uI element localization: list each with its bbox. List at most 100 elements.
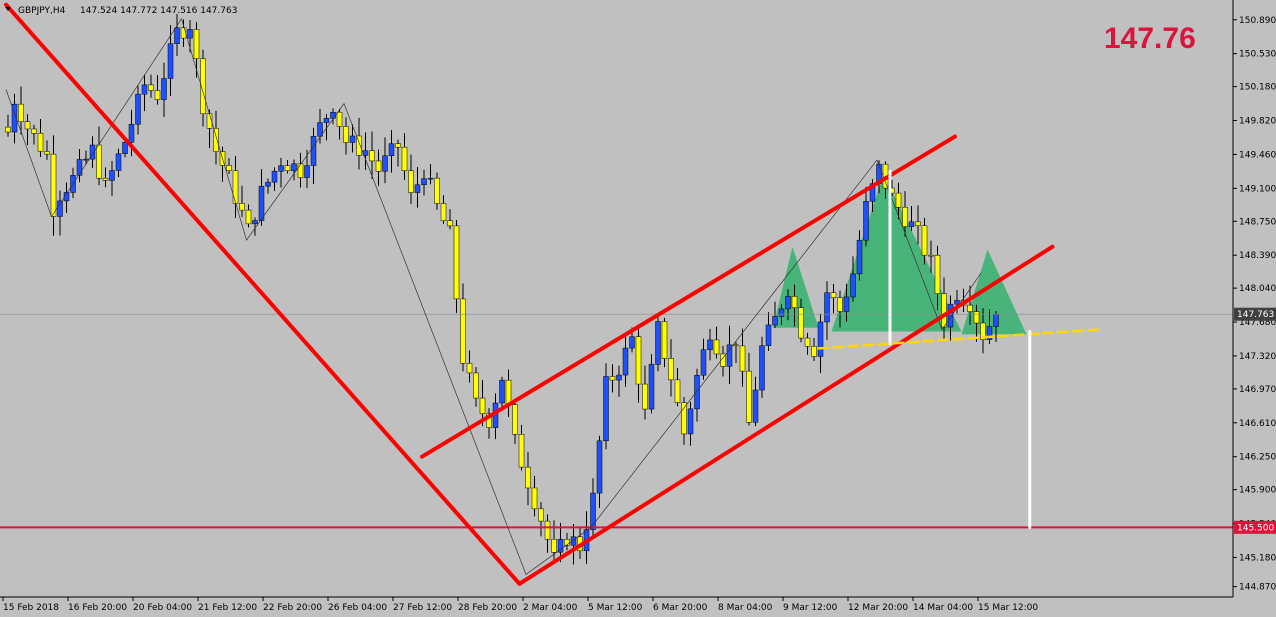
- bull-candle: [694, 374, 700, 410]
- price-tick-label: 149.820: [1239, 117, 1276, 127]
- bull-candle: [752, 389, 759, 423]
- price-tick-label: 149.460: [1239, 150, 1276, 160]
- bull-candle: [700, 349, 707, 376]
- bull-candle: [421, 178, 427, 186]
- bear-candle: [739, 345, 746, 372]
- chart-window: 150.890 150.530 150.180 149.820 149.460 149.1…: [0, 0, 1276, 617]
- bear-candle: [921, 225, 928, 256]
- bull-candle: [388, 143, 395, 156]
- bull-candle: [252, 220, 258, 225]
- bear-candle: [609, 376, 616, 381]
- time-tick-label: 6 Mar 20:00: [653, 603, 708, 613]
- bear-candle: [642, 383, 648, 410]
- bull-candle: [707, 339, 713, 351]
- bull-candle: [590, 492, 596, 530]
- bull-candle: [141, 84, 148, 95]
- bull-candle: [824, 292, 830, 323]
- bear-candle: [473, 372, 479, 399]
- bull-candle: [622, 347, 629, 376]
- bull-candle: [187, 29, 193, 39]
- bull-candle: [817, 321, 824, 357]
- bear-candle: [44, 151, 50, 155]
- bull-candle: [603, 376, 609, 442]
- bear-candle: [154, 90, 161, 100]
- price-tick-label: 146.610: [1239, 419, 1276, 429]
- time-tick-label: 15 Mar 12:00: [978, 603, 1038, 613]
- bear-candle: [525, 466, 531, 489]
- time-tick-label: 8 Mar 04:00: [718, 603, 773, 613]
- time-tick-label: 16 Feb 20:00: [68, 603, 127, 613]
- bull-candle: [993, 313, 999, 327]
- bull-candle: [382, 155, 388, 172]
- bear-candle: [538, 508, 544, 522]
- time-tick-label: 28 Feb 20:00: [458, 603, 517, 613]
- bear-candle: [746, 370, 752, 423]
- price-tick-label: 147.320: [1239, 352, 1276, 362]
- bear-candle: [232, 170, 239, 204]
- bull-candle: [128, 123, 135, 143]
- bull-candle: [330, 111, 336, 119]
- bear-candle: [37, 133, 44, 152]
- bear-candle: [934, 254, 941, 294]
- time-tick-label: 22 Feb 20:00: [263, 603, 322, 613]
- bear-candle: [297, 163, 304, 178]
- bull-candle: [947, 303, 954, 328]
- bull-candle: [122, 142, 128, 155]
- bear-candle: [798, 307, 804, 339]
- bull-candle: [109, 170, 115, 181]
- price-tick-label: 150.180: [1239, 83, 1276, 93]
- bear-candle: [180, 27, 187, 39]
- current-price-label: 147.763: [1237, 310, 1274, 320]
- bull-candle: [863, 201, 869, 241]
- candlestick-chart[interactable]: 150.890 150.530 150.180 149.820 149.460 149.1…: [0, 0, 1276, 617]
- bear-candle: [791, 296, 798, 308]
- bear-candle: [5, 126, 11, 133]
- bull-candle: [135, 93, 141, 125]
- price-tick-label: 148.390: [1239, 251, 1276, 261]
- big-price-display: 147.76: [1104, 22, 1196, 55]
- bear-candle: [239, 203, 245, 211]
- price-tick-label: 149.100: [1239, 184, 1276, 194]
- bull-candle: [310, 136, 317, 166]
- bull-candle: [765, 324, 772, 346]
- bull-candle: [850, 273, 856, 298]
- bull-candle: [414, 184, 421, 193]
- bull-candle: [772, 316, 778, 326]
- bear-candle: [466, 363, 473, 374]
- bear-candle: [148, 84, 154, 91]
- price-tick-label: 150.530: [1239, 50, 1276, 60]
- bear-candle: [895, 192, 902, 208]
- bull-candle: [785, 296, 791, 310]
- bear-candle: [811, 346, 817, 357]
- bull-candle: [687, 408, 694, 435]
- bear-candle: [902, 206, 908, 227]
- bear-candle: [356, 135, 362, 156]
- bull-candle: [76, 159, 83, 176]
- ohlc-values: 147.524 147.772 147.516 147.763: [80, 6, 237, 16]
- bull-candle: [304, 165, 310, 178]
- bear-candle: [96, 144, 102, 179]
- time-tick-label: 2 Mar 04:00: [523, 603, 578, 613]
- time-tick-label: 15 Feb 2018: [3, 603, 59, 613]
- bear-candle: [447, 220, 453, 227]
- time-tick-label: 27 Feb 12:00: [393, 603, 452, 613]
- bear-candle: [193, 29, 200, 59]
- current-price-tag: 147.763: [1234, 307, 1276, 321]
- bull-candle: [843, 296, 850, 312]
- bear-candle: [50, 153, 57, 217]
- bull-candle: [759, 345, 765, 391]
- bear-candle: [479, 397, 486, 414]
- price-tick-label: 146.250: [1239, 453, 1276, 463]
- time-tick-label: 26 Feb 04:00: [328, 603, 387, 613]
- time-tick-label: 12 Mar 20:00: [848, 603, 908, 613]
- bear-candle: [453, 225, 460, 300]
- price-tick-label: 145.900: [1239, 486, 1276, 496]
- bear-candle: [668, 358, 674, 381]
- bull-candle: [648, 364, 655, 410]
- bull-candle: [291, 163, 297, 171]
- symbol-label: GBPJPY,H4: [18, 6, 66, 16]
- bear-candle: [336, 111, 343, 127]
- time-tick-label: 21 Feb 12:00: [198, 603, 257, 613]
- bull-candle: [427, 177, 434, 180]
- bear-candle: [434, 177, 440, 204]
